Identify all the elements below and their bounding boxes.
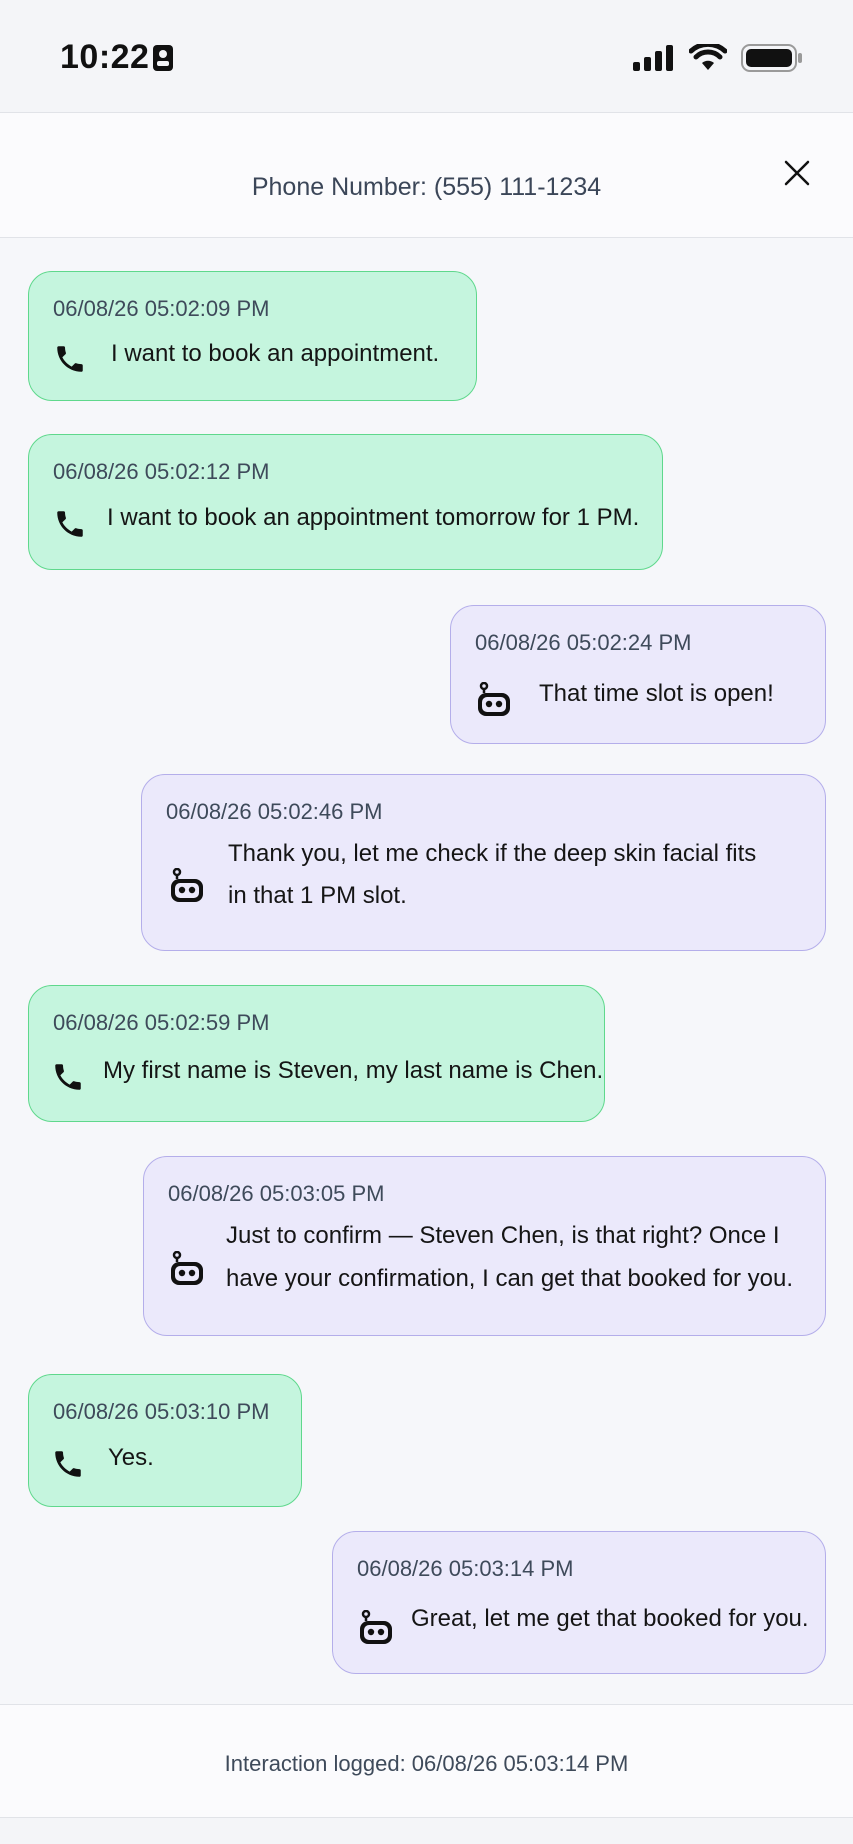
caller-message: 06/08/26 05:02:12 PM I want to book an a…	[28, 434, 663, 570]
status-bar: 10:22	[0, 0, 853, 112]
conversation-panel: Phone Number: (555) 111-1234 06/08/26 05…	[0, 112, 853, 1818]
message-text: Thank you, let me check if the deep skin…	[228, 840, 757, 867]
bot-message: 06/08/26 05:02:46 PM Thank you, let me c…	[141, 774, 826, 951]
message-timestamp: 06/08/26 05:02:09 PM	[53, 296, 270, 321]
battery-icon	[741, 44, 803, 77]
panel-header: Phone Number: (555) 111-1234	[0, 113, 853, 238]
bot-message: 06/08/26 05:02:24 PM That time slot is o…	[450, 605, 826, 744]
message-text: I want to book an appointment tomorrow f…	[107, 504, 640, 531]
robot-icon	[475, 681, 513, 723]
message-text: That time slot is open!	[539, 680, 774, 707]
message-timestamp: 06/08/26 05:02:12 PM	[53, 459, 270, 484]
bot-message: 06/08/26 05:03:05 PM Just to confirm — S…	[143, 1156, 826, 1336]
phone-number-title: Phone Number: (555) 111-1234	[251, 173, 602, 201]
caller-message: 06/08/26 05:03:10 PM Yes.	[28, 1374, 302, 1507]
message-timestamp: 06/08/26 05:03:14 PM	[357, 1556, 574, 1581]
home-area	[0, 1818, 853, 1844]
signal-icon	[633, 45, 675, 76]
bot-message: 06/08/26 05:03:14 PM Great, let me get t…	[332, 1531, 826, 1674]
phone-icon	[51, 1060, 85, 1099]
status-time: 10:22	[60, 38, 150, 76]
panel-footer: Interaction logged: 06/08/26 05:03:14 PM	[0, 1704, 853, 1817]
phone-icon	[51, 1447, 85, 1486]
robot-icon	[168, 1250, 206, 1292]
interaction-logged-text: Interaction logged: 06/08/26 05:03:14 PM	[224, 1751, 629, 1776]
message-text: in that 1 PM slot.	[228, 882, 407, 909]
caller-message: 06/08/26 05:02:59 PM My first name is St…	[28, 985, 605, 1122]
message-text: Great, let me get that booked for you.	[411, 1605, 809, 1632]
id-card-icon	[152, 44, 174, 77]
close-button[interactable]	[781, 157, 813, 189]
message-text: Just to confirm — Steven Chen, is that r…	[226, 1222, 780, 1249]
robot-icon	[168, 867, 206, 909]
robot-icon	[357, 1609, 395, 1651]
message-timestamp: 06/08/26 05:03:10 PM	[53, 1399, 270, 1424]
message-text: My first name is Steven, my last name is…	[103, 1057, 604, 1084]
message-timestamp: 06/08/26 05:02:24 PM	[475, 630, 692, 655]
message-text: Yes.	[108, 1444, 154, 1471]
message-timestamp: 06/08/26 05:03:05 PM	[168, 1181, 385, 1206]
message-text: have your confirmation, I can get that b…	[226, 1265, 793, 1292]
phone-icon	[53, 507, 87, 546]
phone-icon	[53, 342, 87, 381]
message-timestamp: 06/08/26 05:02:46 PM	[166, 799, 383, 824]
message-timestamp: 06/08/26 05:02:59 PM	[53, 1010, 270, 1035]
close-icon	[784, 160, 810, 186]
wifi-icon	[688, 41, 728, 77]
status-icons	[633, 41, 803, 77]
caller-message: 06/08/26 05:02:09 PM I want to book an a…	[28, 271, 477, 401]
message-text: I want to book an appointment.	[111, 340, 440, 367]
